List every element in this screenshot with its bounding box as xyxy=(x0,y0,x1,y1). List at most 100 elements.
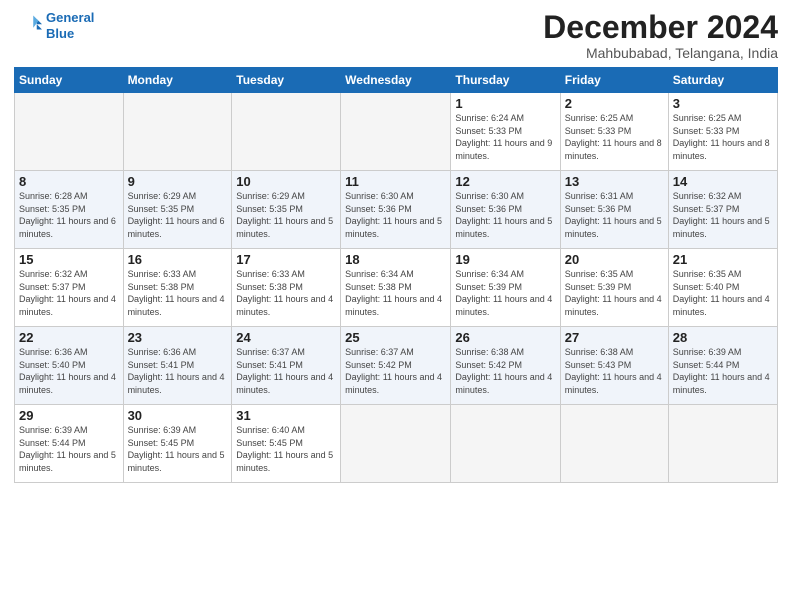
day-detail: Sunrise: 6:28 AMSunset: 5:35 PMDaylight:… xyxy=(19,191,116,239)
day-number: 8 xyxy=(19,174,119,189)
calendar-cell: 16 Sunrise: 6:33 AMSunset: 5:38 PMDaylig… xyxy=(123,249,232,327)
calendar-cell: 13 Sunrise: 6:31 AMSunset: 5:36 PMDaylig… xyxy=(560,171,668,249)
day-number: 23 xyxy=(128,330,228,345)
calendar-cell xyxy=(560,405,668,483)
calendar-cell: 30 Sunrise: 6:39 AMSunset: 5:45 PMDaylig… xyxy=(123,405,232,483)
day-detail: Sunrise: 6:30 AMSunset: 5:36 PMDaylight:… xyxy=(345,191,442,239)
calendar-cell xyxy=(451,405,560,483)
logo-text: General Blue xyxy=(46,10,94,41)
logo-line2: Blue xyxy=(46,26,74,41)
calendar-cell: 28 Sunrise: 6:39 AMSunset: 5:44 PMDaylig… xyxy=(668,327,777,405)
day-detail: Sunrise: 6:34 AMSunset: 5:38 PMDaylight:… xyxy=(345,269,442,317)
day-detail: Sunrise: 6:40 AMSunset: 5:45 PMDaylight:… xyxy=(236,425,333,473)
calendar-cell: 1 Sunrise: 6:24 AMSunset: 5:33 PMDayligh… xyxy=(451,93,560,171)
calendar-week-2: 8 Sunrise: 6:28 AMSunset: 5:35 PMDayligh… xyxy=(15,171,778,249)
calendar-week-3: 15 Sunrise: 6:32 AMSunset: 5:37 PMDaylig… xyxy=(15,249,778,327)
day-number: 30 xyxy=(128,408,228,423)
day-number: 27 xyxy=(565,330,664,345)
month-title: December 2024 xyxy=(543,10,778,45)
page-container: General Blue December 2024 Mahbubabad, T… xyxy=(0,0,792,491)
day-number: 10 xyxy=(236,174,336,189)
title-block: December 2024 Mahbubabad, Telangana, Ind… xyxy=(543,10,778,61)
calendar-cell: 20 Sunrise: 6:35 AMSunset: 5:39 PMDaylig… xyxy=(560,249,668,327)
day-number: 28 xyxy=(673,330,773,345)
calendar-cell: 18 Sunrise: 6:34 AMSunset: 5:38 PMDaylig… xyxy=(341,249,451,327)
day-number: 24 xyxy=(236,330,336,345)
day-detail: Sunrise: 6:33 AMSunset: 5:38 PMDaylight:… xyxy=(128,269,225,317)
day-number: 12 xyxy=(455,174,555,189)
day-number: 21 xyxy=(673,252,773,267)
day-number: 29 xyxy=(19,408,119,423)
calendar-cell: 14 Sunrise: 6:32 AMSunset: 5:37 PMDaylig… xyxy=(668,171,777,249)
calendar-cell: 12 Sunrise: 6:30 AMSunset: 5:36 PMDaylig… xyxy=(451,171,560,249)
header-row: Sunday Monday Tuesday Wednesday Thursday… xyxy=(15,68,778,93)
calendar-cell: 24 Sunrise: 6:37 AMSunset: 5:41 PMDaylig… xyxy=(232,327,341,405)
day-number: 13 xyxy=(565,174,664,189)
logo-icon xyxy=(14,12,42,40)
calendar-cell: 29 Sunrise: 6:39 AMSunset: 5:44 PMDaylig… xyxy=(15,405,124,483)
day-detail: Sunrise: 6:37 AMSunset: 5:41 PMDaylight:… xyxy=(236,347,333,395)
calendar-cell: 10 Sunrise: 6:29 AMSunset: 5:35 PMDaylig… xyxy=(232,171,341,249)
day-number: 19 xyxy=(455,252,555,267)
day-detail: Sunrise: 6:35 AMSunset: 5:40 PMDaylight:… xyxy=(673,269,770,317)
calendar-cell: 11 Sunrise: 6:30 AMSunset: 5:36 PMDaylig… xyxy=(341,171,451,249)
logo-line1: General xyxy=(46,10,94,25)
col-monday: Monday xyxy=(123,68,232,93)
calendar-cell: 21 Sunrise: 6:35 AMSunset: 5:40 PMDaylig… xyxy=(668,249,777,327)
calendar-cell xyxy=(668,405,777,483)
calendar-week-4: 22 Sunrise: 6:36 AMSunset: 5:40 PMDaylig… xyxy=(15,327,778,405)
calendar-cell: 3 Sunrise: 6:25 AMSunset: 5:33 PMDayligh… xyxy=(668,93,777,171)
day-detail: Sunrise: 6:39 AMSunset: 5:44 PMDaylight:… xyxy=(673,347,770,395)
location: Mahbubabad, Telangana, India xyxy=(543,45,778,61)
day-detail: Sunrise: 6:38 AMSunset: 5:42 PMDaylight:… xyxy=(455,347,552,395)
calendar-cell xyxy=(15,93,124,171)
calendar-cell xyxy=(123,93,232,171)
day-number: 1 xyxy=(455,96,555,111)
calendar-cell: 9 Sunrise: 6:29 AMSunset: 5:35 PMDayligh… xyxy=(123,171,232,249)
day-detail: Sunrise: 6:36 AMSunset: 5:40 PMDaylight:… xyxy=(19,347,116,395)
day-number: 17 xyxy=(236,252,336,267)
day-number: 3 xyxy=(673,96,773,111)
day-number: 9 xyxy=(128,174,228,189)
calendar-table: Sunday Monday Tuesday Wednesday Thursday… xyxy=(14,67,778,483)
calendar-cell: 25 Sunrise: 6:37 AMSunset: 5:42 PMDaylig… xyxy=(341,327,451,405)
col-wednesday: Wednesday xyxy=(341,68,451,93)
day-detail: Sunrise: 6:29 AMSunset: 5:35 PMDaylight:… xyxy=(236,191,333,239)
day-number: 26 xyxy=(455,330,555,345)
calendar-cell xyxy=(341,93,451,171)
day-detail: Sunrise: 6:32 AMSunset: 5:37 PMDaylight:… xyxy=(19,269,116,317)
day-detail: Sunrise: 6:37 AMSunset: 5:42 PMDaylight:… xyxy=(345,347,442,395)
calendar-cell: 23 Sunrise: 6:36 AMSunset: 5:41 PMDaylig… xyxy=(123,327,232,405)
col-saturday: Saturday xyxy=(668,68,777,93)
day-number: 25 xyxy=(345,330,446,345)
calendar-cell: 17 Sunrise: 6:33 AMSunset: 5:38 PMDaylig… xyxy=(232,249,341,327)
calendar-cell: 2 Sunrise: 6:25 AMSunset: 5:33 PMDayligh… xyxy=(560,93,668,171)
logo: General Blue xyxy=(14,10,94,41)
day-detail: Sunrise: 6:24 AMSunset: 5:33 PMDaylight:… xyxy=(455,113,552,161)
day-number: 16 xyxy=(128,252,228,267)
day-detail: Sunrise: 6:25 AMSunset: 5:33 PMDaylight:… xyxy=(673,113,770,161)
day-number: 18 xyxy=(345,252,446,267)
day-detail: Sunrise: 6:35 AMSunset: 5:39 PMDaylight:… xyxy=(565,269,662,317)
calendar-cell xyxy=(232,93,341,171)
col-sunday: Sunday xyxy=(15,68,124,93)
calendar-cell: 19 Sunrise: 6:34 AMSunset: 5:39 PMDaylig… xyxy=(451,249,560,327)
calendar-week-5: 29 Sunrise: 6:39 AMSunset: 5:44 PMDaylig… xyxy=(15,405,778,483)
day-number: 15 xyxy=(19,252,119,267)
day-detail: Sunrise: 6:39 AMSunset: 5:44 PMDaylight:… xyxy=(19,425,116,473)
day-number: 31 xyxy=(236,408,336,423)
calendar-cell: 8 Sunrise: 6:28 AMSunset: 5:35 PMDayligh… xyxy=(15,171,124,249)
calendar-cell: 22 Sunrise: 6:36 AMSunset: 5:40 PMDaylig… xyxy=(15,327,124,405)
calendar-cell: 15 Sunrise: 6:32 AMSunset: 5:37 PMDaylig… xyxy=(15,249,124,327)
day-detail: Sunrise: 6:33 AMSunset: 5:38 PMDaylight:… xyxy=(236,269,333,317)
day-detail: Sunrise: 6:39 AMSunset: 5:45 PMDaylight:… xyxy=(128,425,225,473)
day-detail: Sunrise: 6:29 AMSunset: 5:35 PMDaylight:… xyxy=(128,191,225,239)
day-number: 20 xyxy=(565,252,664,267)
calendar-cell: 26 Sunrise: 6:38 AMSunset: 5:42 PMDaylig… xyxy=(451,327,560,405)
calendar-cell: 31 Sunrise: 6:40 AMSunset: 5:45 PMDaylig… xyxy=(232,405,341,483)
day-detail: Sunrise: 6:38 AMSunset: 5:43 PMDaylight:… xyxy=(565,347,662,395)
col-tuesday: Tuesday xyxy=(232,68,341,93)
header: General Blue December 2024 Mahbubabad, T… xyxy=(14,10,778,61)
day-detail: Sunrise: 6:32 AMSunset: 5:37 PMDaylight:… xyxy=(673,191,770,239)
calendar-cell xyxy=(341,405,451,483)
